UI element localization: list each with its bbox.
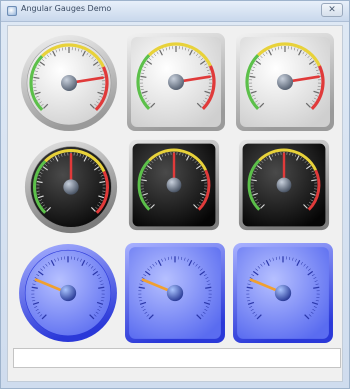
gauge-needle-cap: [166, 284, 184, 302]
gauge-graphic: [128, 139, 220, 231]
gauge-square-dark-1: [128, 139, 220, 231]
gauge-square-blue-2: [232, 242, 334, 344]
gauge-round-dark: [23, 139, 119, 235]
gauge-needle-cap: [274, 284, 292, 302]
gauge-square-blue-1: [124, 242, 226, 344]
close-icon: ✕: [328, 5, 336, 15]
title-bar[interactable]: Angular Gauges Demo ✕: [1, 1, 349, 22]
gauge-needle-cap: [63, 179, 79, 195]
app-icon: [7, 6, 17, 16]
gauge-needle-cap: [59, 284, 77, 302]
gauge-square-light-2: [235, 32, 335, 132]
gauge-needle-cap: [166, 177, 182, 193]
gauge-square-light-1: [126, 32, 226, 132]
gauge-graphic: [127, 33, 225, 131]
gauge-needle-cap: [168, 74, 184, 90]
close-button[interactable]: ✕: [321, 3, 343, 17]
gauge-square-dark-2: [238, 139, 330, 231]
gauge-graphic: [238, 139, 330, 231]
gauge-graphic: [19, 244, 117, 342]
app-window: Angular Gauges Demo ✕: [0, 0, 350, 389]
gauge-graphic: [125, 243, 225, 343]
gauge-graphic: [236, 33, 334, 131]
gauge-graphic: [21, 35, 117, 131]
gauge-graphic: [233, 243, 333, 343]
gauge-needle-cap: [277, 74, 293, 90]
progress-bar: [13, 348, 341, 368]
gauge-graphic: [24, 140, 118, 234]
gauge-round-light: [19, 33, 119, 133]
gauge-needle-cap: [276, 177, 292, 193]
gauge-needle-cap: [61, 75, 77, 91]
window-title: Angular Gauges Demo: [21, 4, 112, 13]
gauge-round-blue: [17, 242, 119, 344]
